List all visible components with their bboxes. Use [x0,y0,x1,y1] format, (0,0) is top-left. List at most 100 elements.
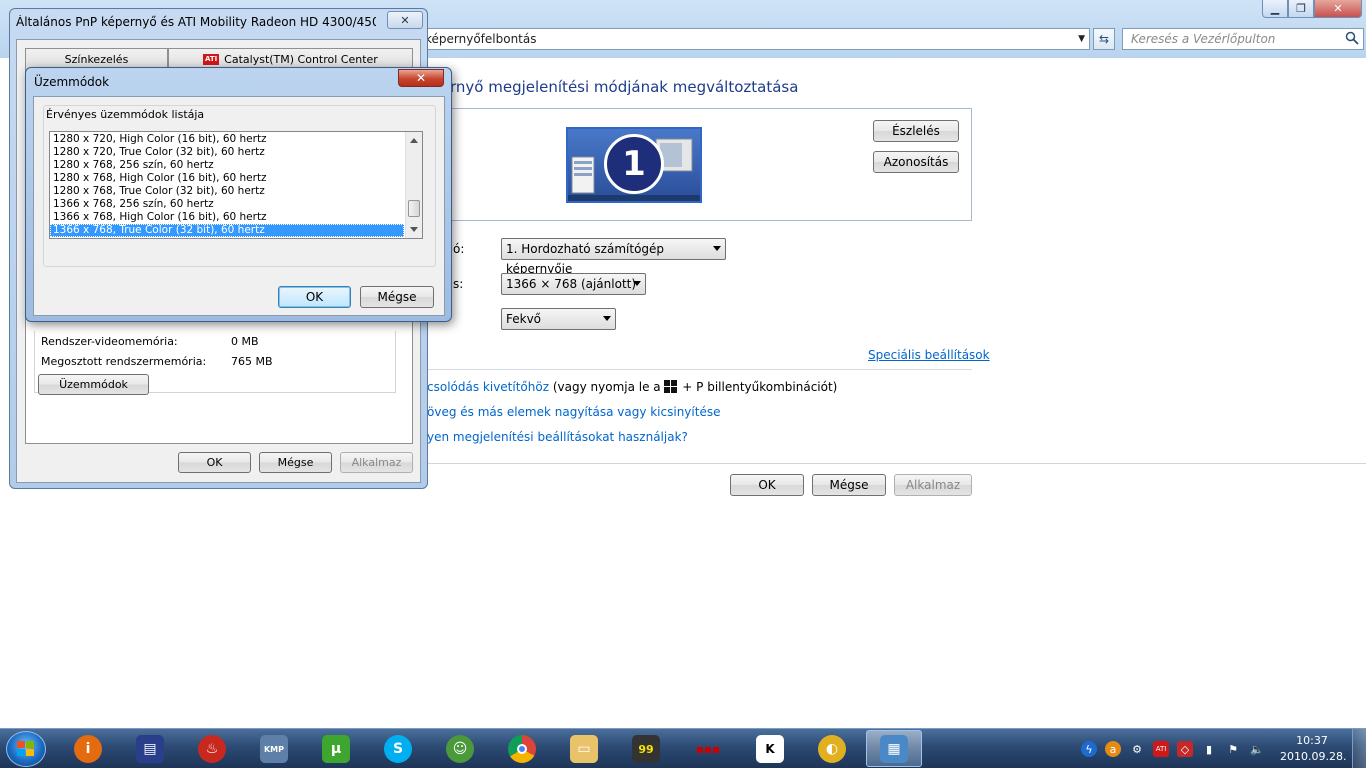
projector-link[interactable]: csolódás kivetítőhöz [427,380,549,394]
list-item[interactable]: 1280 x 768, 256 szín, 60 hertz [50,159,404,172]
dialog-title: Üzemmódok [34,75,110,89]
list-item[interactable]: 1280 x 768, High Color (16 bit), 60 hert… [50,172,404,185]
display-select[interactable]: 1. Hordozható számítógép képernyője [501,238,726,276]
close-window-button[interactable]: ✕ [1314,0,1362,18]
save-floppy-icon[interactable]: ▤ [125,732,175,766]
tab-label: Színkezelés [64,53,129,66]
show-desktop-button[interactable] [1352,729,1366,768]
info-app-icon[interactable]: i [63,732,113,766]
chrome-icon[interactable] [497,732,547,766]
modes-list-items: 1280 x 720, High Color (16 bit), 60 hert… [50,133,404,237]
orientation-select-value: Fekvő [506,312,542,326]
ok-button[interactable]: OK [178,452,251,473]
shield-tray-icon[interactable]: ◇ [1177,741,1193,757]
monitor-99-icon[interactable]: 99 [621,732,671,766]
avast-tray-icon[interactable]: a [1105,741,1121,757]
clock-time[interactable]: 10:37 [1290,734,1334,747]
shared-memory-label: Megosztott rendszermemória: [41,355,207,368]
clock-date[interactable]: 2010.09.28. [1280,750,1346,763]
apply-button[interactable]: Alkalmaz [894,474,972,496]
vertical-scrollbar[interactable] [405,132,422,238]
close-button[interactable]: ✕ [398,69,444,87]
fire-app-icon[interactable]: ♨ [187,732,237,766]
action-center-tray-icon[interactable]: ⚑ [1225,741,1241,757]
display-settings-help-link[interactable]: yen megjelenítési beállításokat használj… [427,430,688,444]
utorrent-icon[interactable]: µ [311,732,361,766]
chevron-down-icon [713,246,721,251]
address-dropdown-icon[interactable]: ▼ [1078,29,1085,49]
kmplayer-icon[interactable]: KMP [249,732,299,766]
ati-tray-icon[interactable]: ATI [1153,741,1169,757]
dialog-body: Érvényes üzemmódok listája 1280 x 720, H… [33,96,445,316]
taskbar: i ▤ ♨ KMP µ S ☺ ▭ 99 ▪▪▪ K ◐ ▦ ϟ a ⚙ ATI… [0,728,1366,768]
resolution-label: s: [453,277,464,291]
windows-logo-icon [17,741,34,756]
ring-app-icon[interactable]: ◐ [807,732,857,766]
list-item[interactable]: 1280 x 720, True Color (32 bit), 60 hert… [50,146,404,159]
apply-button[interactable]: Alkalmaz [340,452,413,473]
volume-icon[interactable]: 🔈 [1249,741,1265,757]
modes-dialog: Üzemmódok ✕ Érvényes üzemmódok listája 1… [25,67,452,322]
list-all-modes-button[interactable]: Üzemmódok [38,374,149,395]
control-panel-icon[interactable]: ▦ [869,732,919,766]
detect-button[interactable]: Észlelés [873,120,959,142]
projector-hint-b: + P billentyűkombinációt) [682,380,838,394]
dialog-title: Általános PnP képernyő és ATI Mobility R… [16,15,376,29]
advanced-settings-link[interactable]: Speciális beállítások [868,348,990,362]
scroll-down-icon[interactable] [410,227,418,232]
modes-listbox[interactable]: 1280 x 720, High Color (16 bit), 60 hert… [49,131,423,239]
resolution-select-value: 1366 × 768 (ajánlott) [506,277,637,291]
address-text: képernyőfelbontás [425,32,537,46]
cancel-button[interactable]: Mégse [259,452,332,473]
tab-label: Catalyst(TM) Control Center [224,53,378,66]
list-item[interactable]: 1280 x 720, High Color (16 bit), 60 hert… [50,133,404,146]
display-select-value: 1. Hordozható számítógép képernyője [506,242,665,276]
windows-key-icon [664,380,678,396]
search-icon[interactable] [1345,31,1359,45]
search-placeholder: Keresés a Vezérlőpulton [1131,32,1276,46]
ok-button[interactable]: OK [278,286,351,308]
identify-button[interactable]: Azonosítás [873,151,959,173]
display-label: ó: [453,242,465,256]
chevron-down-icon [603,316,611,321]
orientation-select[interactable]: Fekvő [501,308,616,330]
scroll-up-icon[interactable] [410,138,418,143]
network-tray-icon[interactable]: ⚙ [1129,741,1145,757]
divider [420,369,972,370]
address-bar[interactable]: képernyőfelbontás ▼ [410,28,1090,50]
list-item[interactable]: 1366 x 768, True Color (32 bit), 60 hert… [50,224,404,237]
skype-icon[interactable]: S [373,732,423,766]
text-size-link[interactable]: öveg és más elemek nagyítása vagy kicsin… [427,405,720,419]
shared-memory-value: 765 MB [231,355,273,368]
explorer-folder-icon[interactable]: ▭ [559,732,609,766]
cancel-button[interactable]: Mégse [812,474,886,496]
maximize-button[interactable]: ❐ [1288,0,1314,18]
dots-app-icon[interactable]: ▪▪▪ [683,732,733,766]
close-button[interactable]: ✕ [387,11,423,29]
usb-tray-icon[interactable]: ▮ [1201,741,1217,757]
system-video-memory-value: 0 MB [231,335,259,348]
monitor-number-badge: 1 [604,134,664,194]
scroll-thumb[interactable] [408,200,420,217]
refresh-icon[interactable]: ⇆ [1093,28,1115,50]
ok-button[interactable]: OK [730,474,804,496]
list-item[interactable]: 1280 x 768, True Color (32 bit), 60 hert… [50,185,404,198]
search-input[interactable]: Keresés a Vezérlőpulton [1122,28,1364,50]
chevron-down-icon [633,281,641,286]
minimize-button[interactable]: ▁ [1262,0,1288,18]
ati-logo-icon: ATI [203,54,220,65]
page-title: rnyő megjelenítési módjának megváltoztat… [450,78,799,96]
system-video-memory-label: Rendszer-videomemória: [41,335,178,348]
list-item[interactable]: 1366 x 768, 256 szín, 60 hertz [50,198,404,211]
divider [420,463,1366,464]
cancel-button[interactable]: Mégse [360,286,434,308]
groupbox-label: Érvényes üzemmódok listája [44,108,207,121]
messenger-icon[interactable]: ☺ [435,732,485,766]
projector-line: csolódás kivetítőhöz (vagy nyomja le a +… [427,380,837,396]
lightning-tray-icon[interactable]: ϟ [1081,741,1097,757]
start-button[interactable] [6,731,46,767]
list-item[interactable]: 1366 x 768, High Color (16 bit), 60 hert… [50,211,404,224]
projector-hint-a: (vagy nyomja le a [552,380,661,394]
resolution-select[interactable]: 1366 × 768 (ajánlott) [501,273,646,295]
kaspersky-icon[interactable]: K [745,732,795,766]
